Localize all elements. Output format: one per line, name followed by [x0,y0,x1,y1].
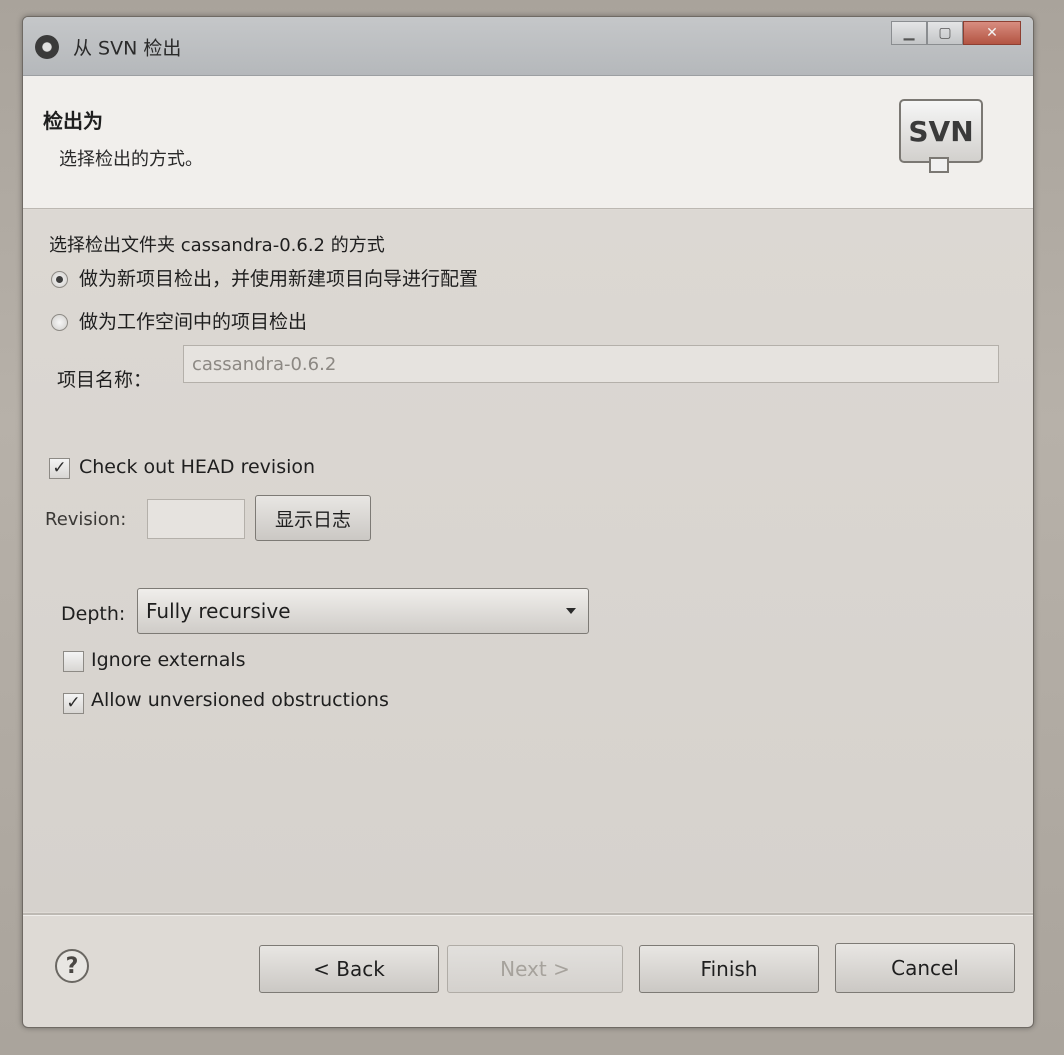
footer-divider [23,913,1033,916]
cancel-button[interactable]: Cancel [835,943,1015,993]
radio-new-project-label[interactable]: 做为新项目检出，并使用新建项目向导进行配置 [79,264,478,291]
close-button[interactable]: ✕ [963,21,1021,45]
svn-logo-icon: SVN [899,99,983,163]
radio-workspace-project-label[interactable]: 做为工作空间中的项目检出 [79,307,307,334]
depth-select[interactable]: Fully recursive [137,588,589,634]
help-icon[interactable]: ? [55,949,89,983]
window-controls: ▁ ▢ ✕ [891,21,1021,45]
chevron-down-icon [566,608,576,614]
check-mark-icon: ✓ [66,693,81,713]
wizard-page-title: 检出为 [43,109,103,133]
project-name-field[interactable]: cassandra-0.6.2 [183,345,999,383]
depth-label: Depth: [61,603,126,625]
checkout-head-label[interactable]: Check out HEAD revision [79,456,315,478]
close-icon: ✕ [986,25,998,41]
checkout-head-checkbox[interactable]: ✓ [49,458,70,479]
ignore-externals-checkbox[interactable] [63,651,84,672]
maximize-icon: ▢ [938,25,952,41]
depth-select-value: Fully recursive [146,599,291,623]
app-icon [35,35,59,59]
allow-unversioned-checkbox[interactable]: ✓ [63,693,84,714]
next-button[interactable]: Next > [447,945,623,993]
show-log-button[interactable]: 显示日志 [255,495,371,541]
revision-label: Revision: [45,509,127,530]
maximize-button[interactable]: ▢ [927,21,963,45]
radio-workspace-project[interactable] [51,314,68,331]
wizard-header [23,76,1033,209]
project-name-label: 项目名称： [57,369,153,391]
finish-button[interactable]: Finish [639,945,819,993]
check-mark-icon: ✓ [52,458,67,478]
dialog-titlebar: 从 SVN 检出 ▁ ▢ ✕ [23,17,1033,76]
revision-field[interactable] [147,499,245,539]
svn-checkout-dialog: 从 SVN 检出 ▁ ▢ ✕ 检出为 选择检出的方式。 SVN 选择检出文件夹 … [22,16,1034,1028]
checkout-prompt: 选择检出文件夹 cassandra-0.6.2 的方式 [49,235,385,256]
radio-new-project[interactable] [51,271,68,288]
minimize-icon: ▁ [903,25,915,41]
ignore-externals-label[interactable]: Ignore externals [91,649,246,671]
screenshot-page: 从 SVN 检出 ▁ ▢ ✕ 检出为 选择检出的方式。 SVN 选择检出文件夹 … [0,0,1064,1055]
minimize-button[interactable]: ▁ [891,21,927,45]
allow-unversioned-label[interactable]: Allow unversioned obstructions [91,689,389,711]
svn-logo-plug [929,157,949,173]
wizard-page-subtitle: 选择检出的方式。 [59,149,203,170]
back-button[interactable]: < Back [259,945,439,993]
dialog-title: 从 SVN 检出 [73,37,182,60]
